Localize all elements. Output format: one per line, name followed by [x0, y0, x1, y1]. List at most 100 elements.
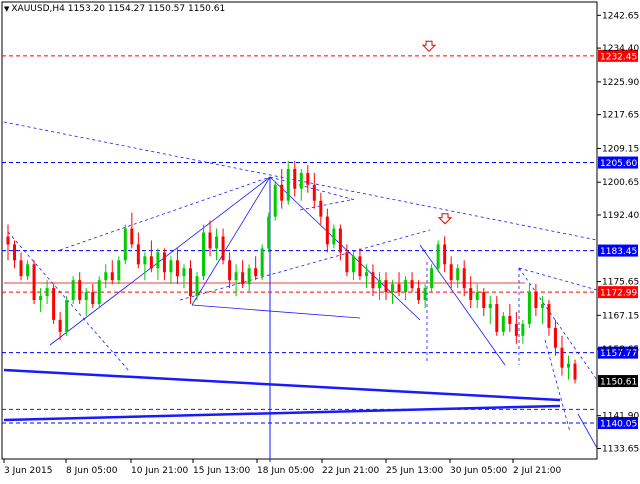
candle-body — [527, 292, 531, 324]
candle-body — [377, 280, 381, 289]
candle-body — [475, 292, 479, 301]
candle-body — [280, 184, 284, 201]
candle-body — [13, 244, 17, 261]
candle-body — [456, 268, 460, 281]
candle-body — [306, 172, 310, 185]
candle-body — [175, 260, 179, 277]
candle-body — [417, 288, 421, 301]
candle-body — [338, 228, 342, 253]
candle-body — [547, 304, 551, 328]
candlestick-chart[interactable]: 1232.45 1205.60 1183.45 1172.99 1157.77 1150.… — [0, 0, 640, 480]
x-tick-label: 15 Jun 13:00 — [193, 466, 250, 476]
x-tick-label: 18 Jun 05:00 — [257, 466, 314, 476]
candle-body — [371, 272, 375, 289]
candle-body — [241, 272, 245, 285]
candle-body — [410, 280, 414, 289]
candle-body — [228, 260, 232, 281]
candle-body — [560, 347, 564, 368]
candle-body — [430, 268, 434, 289]
candle-body — [449, 264, 453, 281]
candle-body — [293, 168, 297, 189]
candle-body — [195, 276, 199, 297]
candle-body — [553, 327, 557, 348]
candle-body — [123, 228, 127, 261]
y-tick-label: 1200.65 — [602, 178, 639, 188]
candle-body — [117, 260, 121, 281]
candle-body — [78, 280, 82, 301]
candle-body — [97, 280, 101, 305]
candle-body — [540, 304, 544, 308]
x-tick-label: 30 Jun 05:00 — [450, 466, 507, 476]
y-tick-label: 1234.40 — [602, 44, 639, 54]
candle-body — [149, 256, 153, 269]
candle-body — [91, 292, 95, 305]
candle-body — [182, 268, 186, 277]
candle-body — [397, 284, 401, 293]
candle-body — [521, 323, 525, 336]
chart-header: ▼ XAUUSD,H4 1153.20 1154.27 1150.57 1150.… — [4, 4, 225, 14]
candle-body — [508, 315, 512, 324]
level-1205-label: 1205.60 — [600, 159, 637, 169]
plot-frame — [1, 1, 598, 460]
candle-body — [156, 252, 160, 269]
x-tick-label: 8 Jun 05:00 — [66, 466, 118, 476]
x-tick-label: 2 Jul 21:00 — [513, 466, 562, 476]
y-tick-label: 1141.90 — [602, 412, 639, 422]
y-tick-label: 1242.65 — [602, 11, 639, 21]
candle-body — [136, 244, 140, 265]
candle-body — [267, 216, 271, 249]
candle-body — [319, 200, 323, 217]
candle-body — [391, 284, 395, 293]
candle-body — [162, 252, 166, 273]
candle-body — [84, 292, 88, 301]
candle-body — [384, 280, 388, 293]
candle-body — [332, 228, 336, 245]
symbol-label: XAUUSD,H4 — [11, 4, 65, 14]
ohlc-readout: 1153.20 1154.27 1150.57 1150.61 — [67, 4, 226, 14]
y-tick-label: 1175.65 — [602, 278, 639, 288]
candle-body — [495, 304, 499, 332]
candle-body — [273, 184, 277, 217]
candle-body — [534, 292, 538, 308]
candle-body — [169, 260, 173, 273]
candle-body — [325, 216, 329, 245]
candle-body — [215, 236, 219, 249]
candle-body — [71, 280, 75, 301]
candle-body — [482, 292, 486, 308]
level-1183-label: 1183.45 — [600, 247, 637, 257]
candle-body — [404, 280, 408, 293]
x-tick-label: 25 Jun 13:00 — [386, 466, 443, 476]
candle-body — [286, 168, 290, 201]
candle-body — [514, 323, 518, 336]
candle-body — [6, 236, 10, 245]
y-tick-label: 1225.90 — [602, 78, 639, 88]
y-tick-label: 1209.15 — [602, 144, 639, 154]
candle-body — [143, 256, 147, 265]
y-tick-label: 1133.65 — [602, 444, 639, 454]
candle-body — [104, 272, 108, 281]
y-tick-label: 1167.15 — [602, 311, 639, 321]
candle-body — [221, 236, 225, 261]
candle-body — [188, 268, 192, 297]
candle-body — [423, 288, 427, 301]
candle-body — [436, 244, 440, 269]
candle-body — [32, 264, 36, 301]
candle-body — [299, 172, 303, 189]
candle-body — [345, 252, 349, 273]
candle-body — [566, 363, 570, 368]
symbol-dropdown-icon[interactable]: ▼ — [4, 5, 9, 13]
x-tick-label: 10 Jun 21:00 — [131, 466, 188, 476]
chart-canvas[interactable]: 1232.451205.601183.451172.991157.771150.… — [0, 0, 640, 480]
candle-body — [130, 228, 134, 245]
candle-body — [202, 232, 206, 277]
y-tick-label: 1192.40 — [602, 211, 639, 221]
candle-body — [65, 300, 69, 332]
level-1150-label: 1150.61 — [600, 378, 637, 388]
candle-body — [312, 184, 316, 201]
x-tick-label: 22 Jun 21:00 — [322, 466, 379, 476]
candle-body — [364, 272, 368, 277]
y-tick-label: 1217.65 — [602, 111, 639, 121]
candle-body — [254, 268, 258, 277]
candle-body — [443, 244, 447, 265]
candle-body — [501, 315, 505, 332]
